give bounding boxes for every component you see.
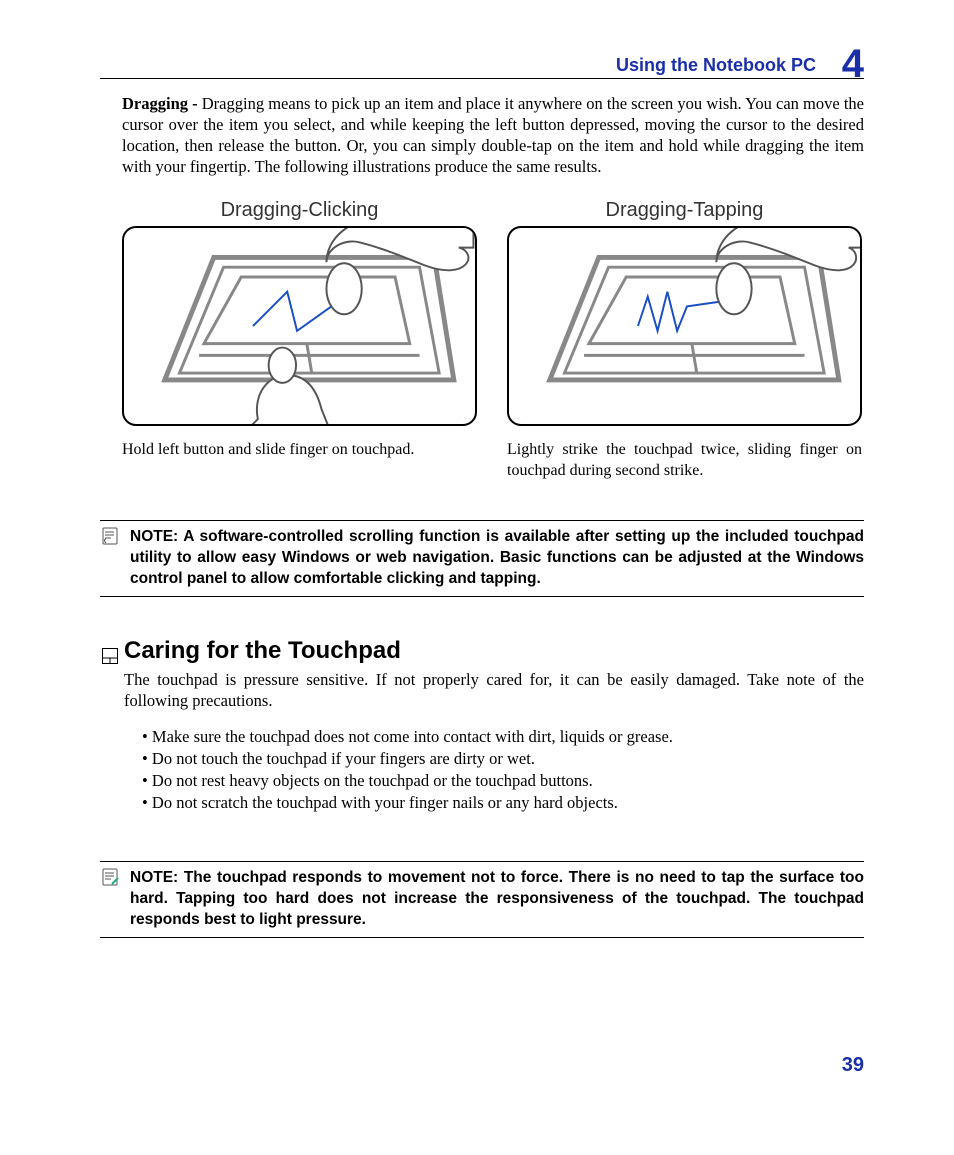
precaution-item: Make sure the touchpad does not come int… bbox=[142, 726, 864, 748]
dragging-term: Dragging - bbox=[122, 94, 202, 113]
note-block-1: NOTE: A software-controlled scrolling fu… bbox=[100, 520, 864, 597]
page-number: 39 bbox=[842, 1054, 864, 1077]
figure-left-caption: Hold left button and slide finger on tou… bbox=[122, 440, 477, 461]
manual-page: Using the Notebook PC 4 Dragging - Dragg… bbox=[0, 0, 954, 1155]
note-block-2: NOTE: The touchpad responds to movement … bbox=[100, 861, 864, 938]
touchpad-section-icon bbox=[102, 643, 118, 659]
dragging-paragraph: Dragging - Dragging means to pick up an … bbox=[122, 93, 864, 177]
page-header: Using the Notebook PC 4 bbox=[100, 40, 864, 79]
figures-row: Dragging-Clicking bbox=[122, 199, 864, 482]
note2-prefix: NOTE: bbox=[130, 869, 184, 886]
note-icon bbox=[102, 868, 120, 886]
figure-right-caption: Lightly strike the touchpad twice, slidi… bbox=[507, 440, 862, 482]
precautions-list: Make sure the touchpad does not come int… bbox=[142, 726, 864, 815]
section-heading-caring: Caring for the Touchpad bbox=[124, 637, 864, 665]
figure-right-label: Dragging-Tapping bbox=[507, 199, 862, 222]
chapter-title: Using the Notebook PC bbox=[616, 55, 816, 76]
note1-prefix: NOTE: bbox=[130, 528, 183, 545]
precaution-item: Do not scratch the touchpad with your fi… bbox=[142, 792, 864, 814]
figure-right-illustration bbox=[507, 226, 862, 426]
figure-left: Dragging-Clicking bbox=[122, 199, 477, 482]
note-icon bbox=[102, 527, 120, 545]
note2-text: The touchpad responds to movement not to… bbox=[130, 869, 864, 928]
section-heading-text: Caring for the Touchpad bbox=[124, 637, 401, 664]
note1-text: A software-controlled scrolling function… bbox=[130, 528, 864, 587]
precaution-item: Do not touch the touchpad if your finger… bbox=[142, 748, 864, 770]
precaution-item: Do not rest heavy objects on the touchpa… bbox=[142, 770, 864, 792]
section-intro: The touchpad is pressure sensitive. If n… bbox=[124, 669, 864, 712]
figure-left-illustration bbox=[122, 226, 477, 426]
dragging-text: Dragging means to pick up an item and pl… bbox=[122, 94, 864, 176]
chapter-number: 4 bbox=[842, 44, 864, 84]
figure-left-label: Dragging-Clicking bbox=[122, 199, 477, 222]
figure-right: Dragging-Tapping Lightly strike the touc… bbox=[507, 199, 862, 482]
